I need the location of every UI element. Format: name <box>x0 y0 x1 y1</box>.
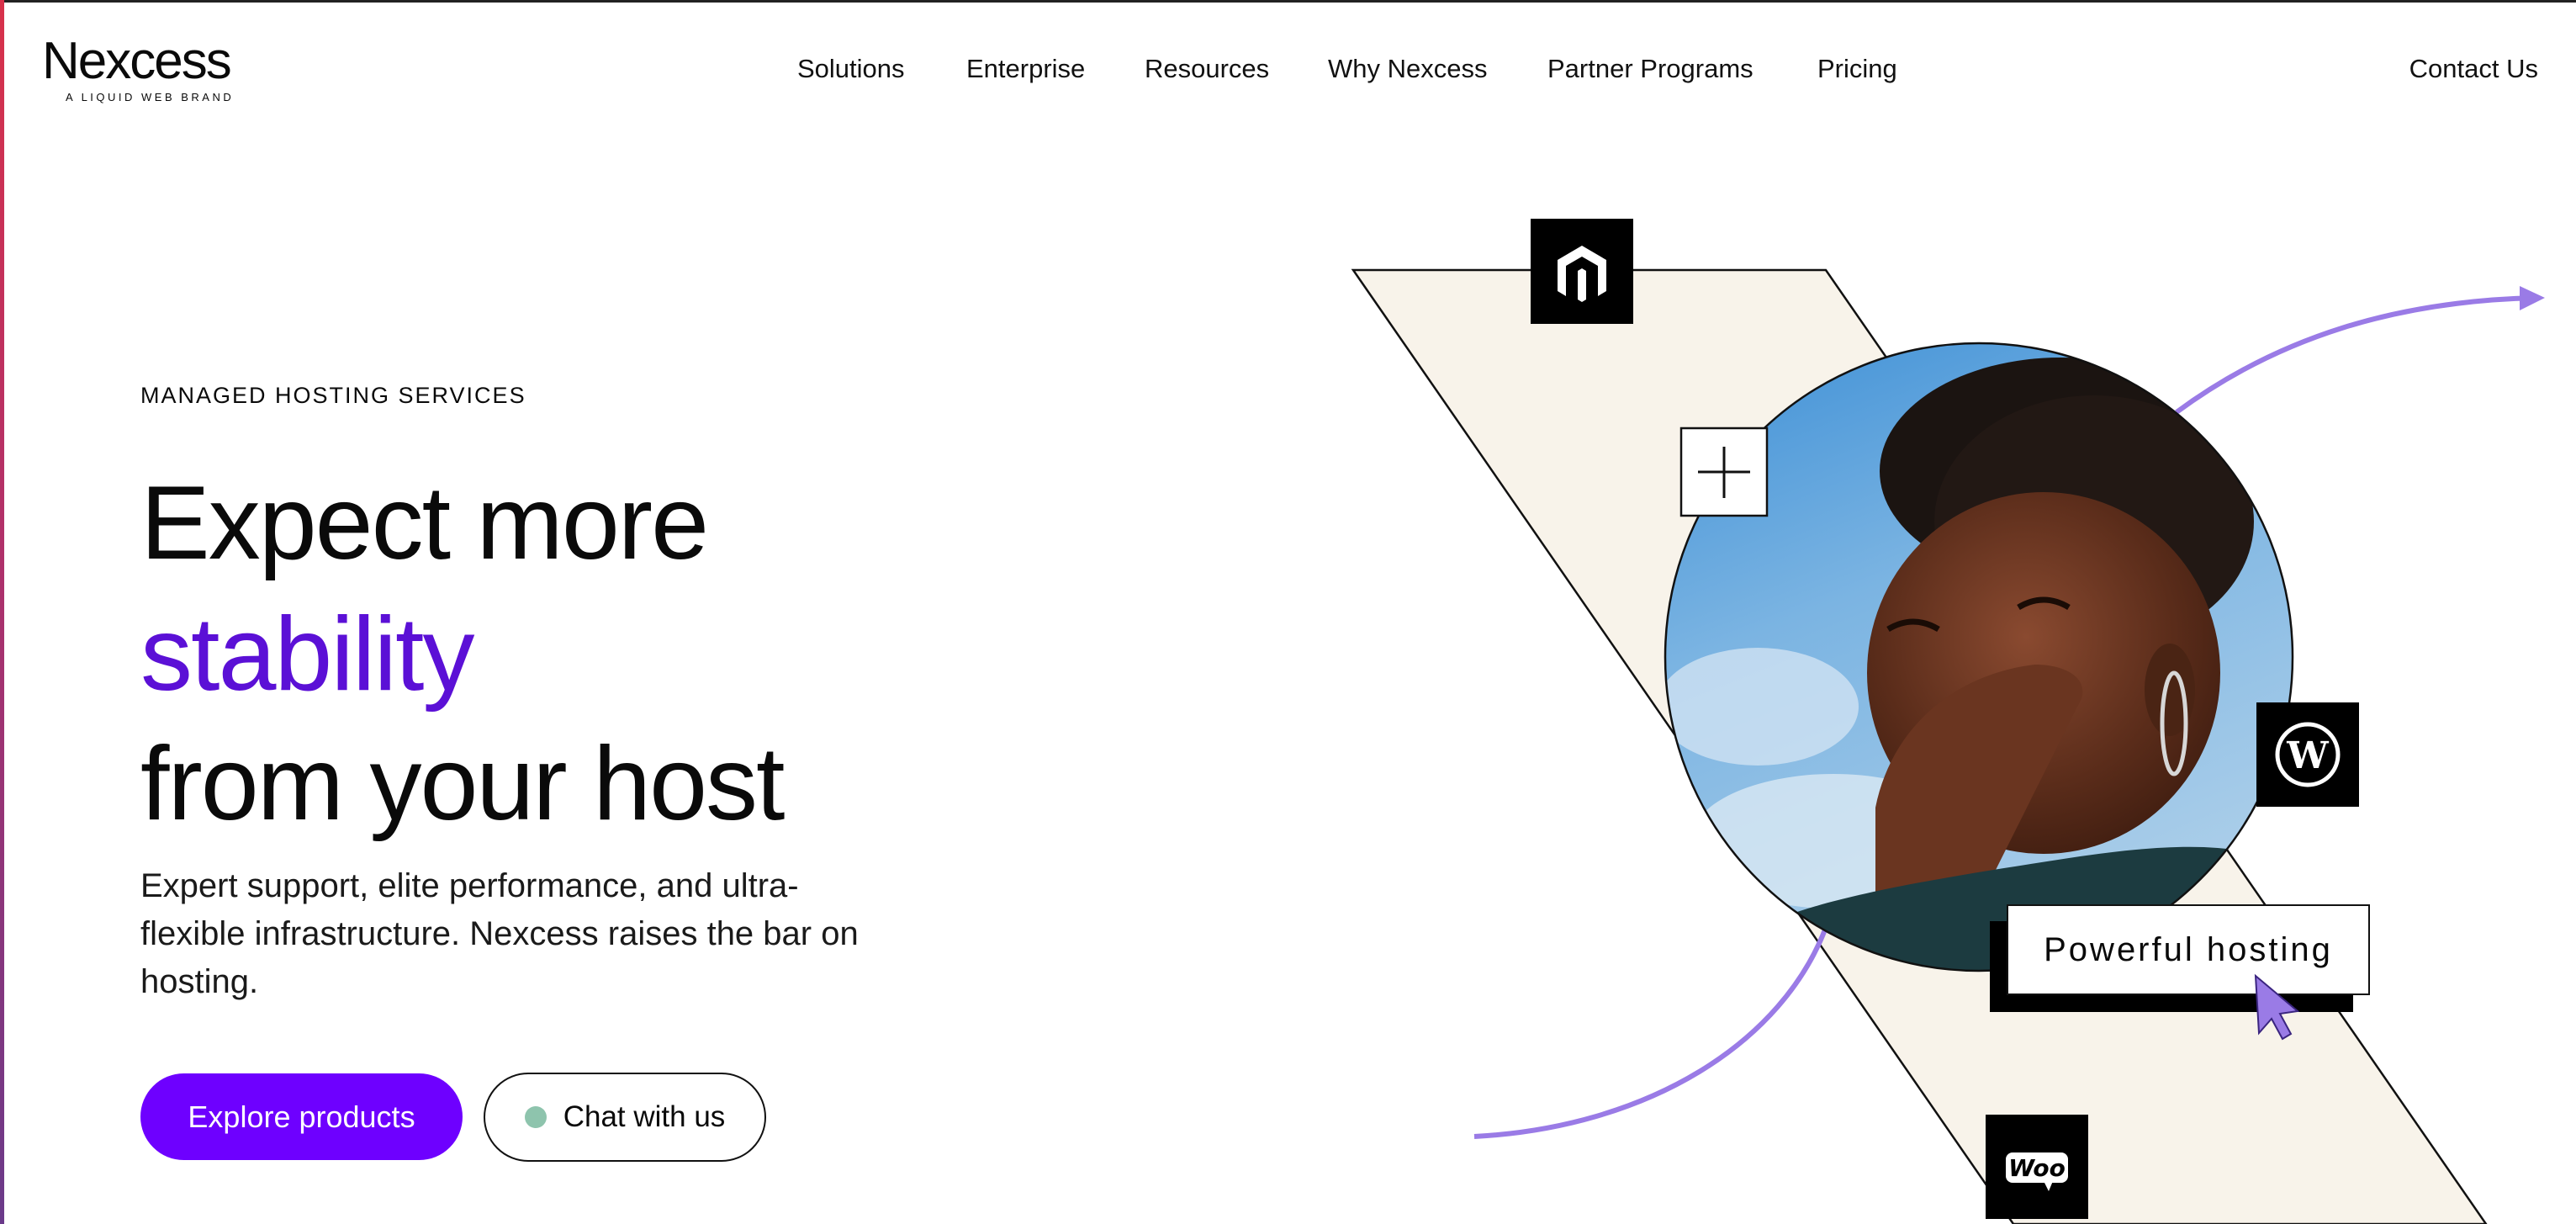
nav-solutions-link[interactable]: Solutions <box>797 54 905 83</box>
logo[interactable]: Nexcess A LIQUID WEB BRAND <box>42 32 252 108</box>
powerful-hosting-callout: Powerful hosting <box>2007 904 2370 995</box>
svg-text:W: W <box>2286 734 2329 777</box>
nav-partner-programs-link[interactable]: Partner Programs <box>1547 54 1753 83</box>
nav-why-nexcess[interactable]: Why Nexcess <box>1328 50 1487 87</box>
nav-pricing-link[interactable]: Pricing <box>1817 54 1897 83</box>
contact-us-link[interactable]: Contact Us <box>2409 50 2538 87</box>
nav-why-nexcess-link[interactable]: Why Nexcess <box>1328 54 1487 83</box>
diagonal-panel <box>1351 268 2488 1224</box>
chat-with-us-label: Chat with us <box>563 1100 726 1133</box>
nav-resources[interactable]: Resources <box>1145 50 1269 87</box>
hero-headline-line-3: from your host <box>140 726 785 842</box>
hero-description: Expert support, elite performance, and u… <box>140 867 859 1000</box>
hero-eyebrow: MANAGED HOSTING SERVICES <box>140 383 526 408</box>
portrait-frame <box>1664 342 2294 972</box>
logo-tagline: A LIQUID WEB BRAND <box>66 91 235 103</box>
chat-with-us-button[interactable]: Chat with us <box>484 1073 766 1162</box>
nav-enterprise[interactable]: Enterprise <box>966 50 1085 87</box>
arc-arrowhead <box>2520 286 2545 310</box>
arc-top <box>2175 295 2536 415</box>
hero-headline-line-1: Expect more <box>140 465 709 581</box>
nav-enterprise-link[interactable]: Enterprise <box>966 54 1085 83</box>
hero-headline-accent: stability <box>140 596 474 713</box>
magento-icon <box>1531 219 1633 324</box>
nav-pricing[interactable]: Pricing <box>1817 50 1897 87</box>
arc-bottom <box>1473 924 1829 1139</box>
window-top-edge <box>0 0 2576 3</box>
powerful-hosting-label: Powerful hosting <box>2044 930 2333 968</box>
plus-icon <box>1679 427 1769 517</box>
explore-products-button[interactable]: Explore products <box>140 1073 463 1160</box>
woocommerce-icon: Woo <box>1986 1115 2088 1219</box>
nav-partner-programs[interactable]: Partner Programs <box>1547 50 1753 87</box>
online-status-dot <box>524 1106 547 1128</box>
nav-resources-link[interactable]: Resources <box>1145 54 1269 83</box>
nav-solutions[interactable]: Solutions <box>797 50 905 87</box>
logo-wordmark: Nexcess <box>42 32 232 90</box>
portrait-photo <box>1665 343 2293 971</box>
wordpress-icon: W <box>2256 702 2359 807</box>
explore-products-label: Explore products <box>188 1099 415 1134</box>
woocommerce-wordmark: Woo <box>2008 1154 2066 1182</box>
window-left-edge <box>0 0 4 1224</box>
